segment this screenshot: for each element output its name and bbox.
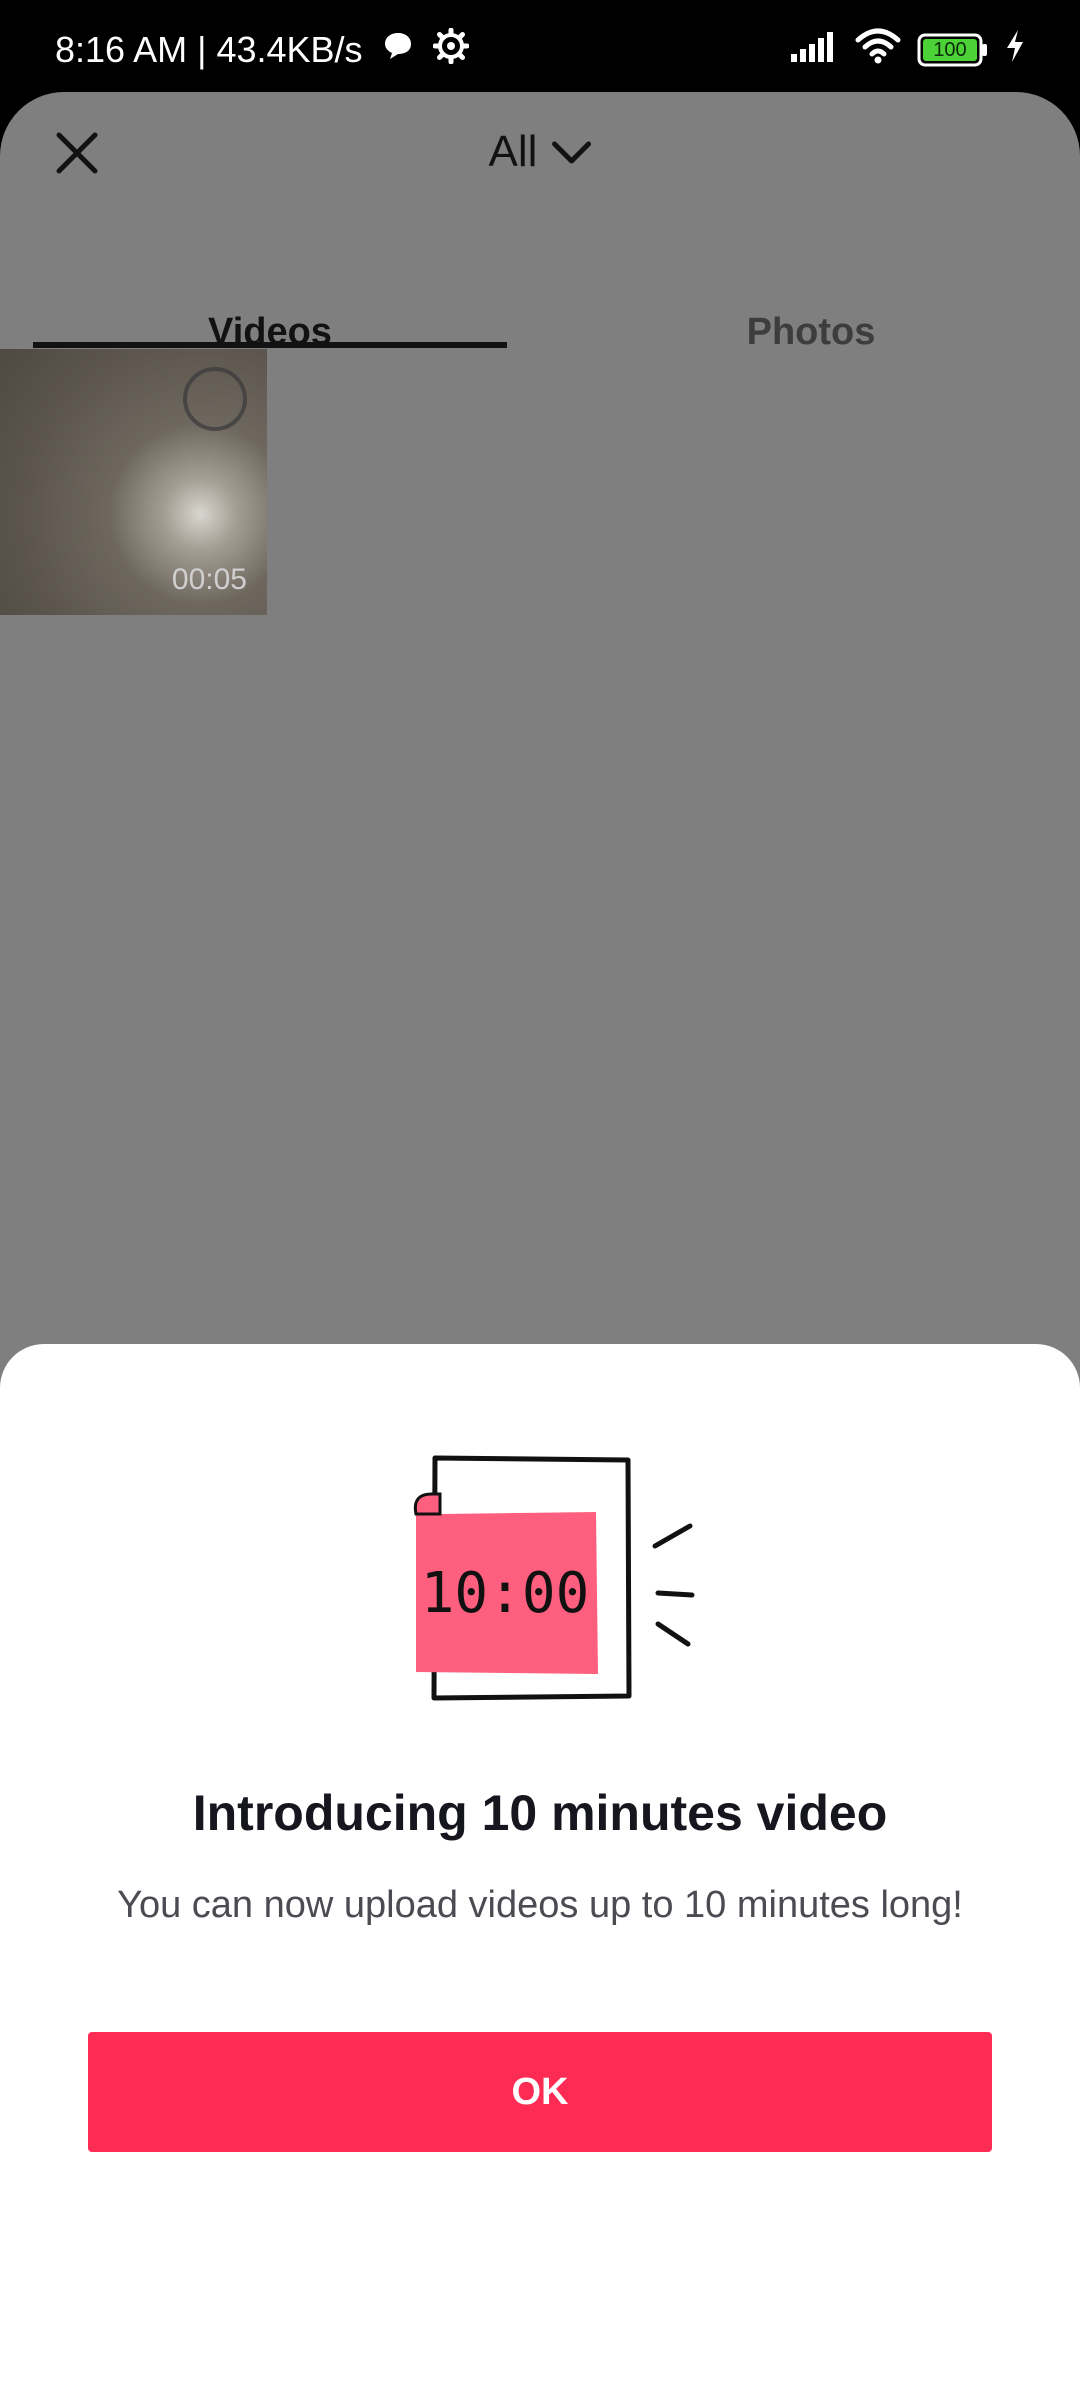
charging-bolt-icon [1005,29,1025,72]
phone-timer-illustration: 10:00 [400,1454,700,1724]
ok-button[interactable]: OK [88,2032,992,2152]
status-left: 8:16 AM | 43.4KB/s [55,27,470,73]
chevron-down-icon [551,127,591,177]
close-icon [55,131,99,180]
battery-level: 100 [933,39,967,61]
tab-photos[interactable]: Photos [574,292,1048,372]
status-time-speed: 8:16 AM | 43.4KB/s [55,29,363,70]
video-duration: 00:05 [171,563,247,596]
intro-bottom-sheet: 10:00 Introducing 10 minutes video You c… [0,1344,1080,2400]
active-tab-indicator [33,342,507,348]
wifi-icon [855,28,901,73]
album-label: All [488,127,538,176]
battery-icon: 100 [917,33,989,67]
signal-icon [789,29,839,71]
chat-bubble-icon [381,29,415,71]
picker-topbar: All [0,92,1080,222]
dialog-subtitle: You can now upload videos up to 10 minut… [117,1884,963,1926]
status-bar: 8:16 AM | 43.4KB/s 100 [0,0,1080,100]
status-right: 100 [789,28,1025,73]
tab-photos-label: Photos [746,310,876,353]
close-button[interactable] [44,122,110,188]
dialog-title: Introducing 10 minutes video [192,1785,888,1841]
illustration-time: 10:00 [421,1561,590,1626]
select-circle-icon[interactable] [183,367,247,431]
album-dropdown[interactable]: All [489,112,592,192]
settings-gear-icon [432,27,470,73]
video-thumbnail[interactable]: 00:05 [0,349,267,615]
